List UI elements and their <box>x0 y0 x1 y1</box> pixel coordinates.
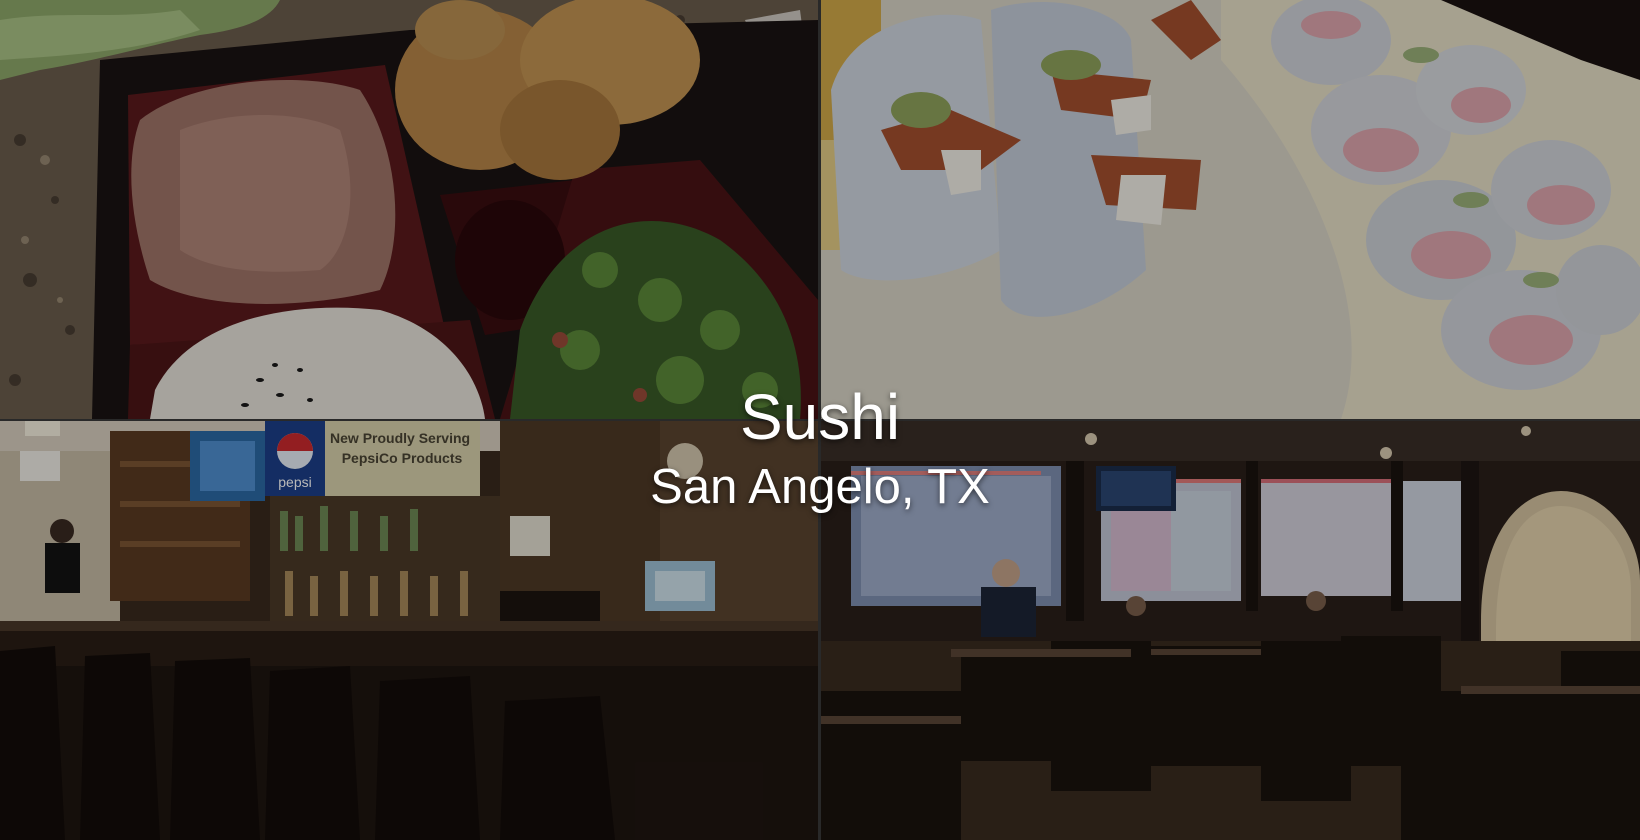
page-title: Sushi <box>739 381 901 453</box>
title-block: Sushi San Angelo, TX <box>0 372 1640 518</box>
location-subtitle: San Angelo, TX <box>650 460 990 514</box>
